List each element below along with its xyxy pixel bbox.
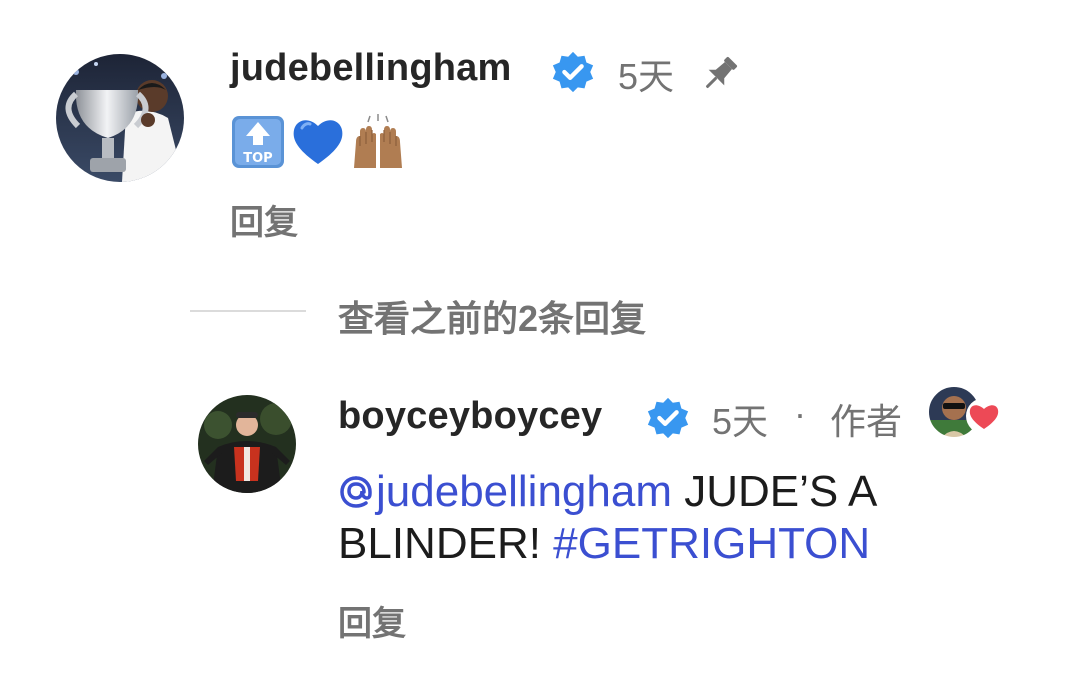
svg-text:TOP: TOP: [243, 151, 272, 166]
avatar-judebellingham[interactable]: [56, 54, 184, 182]
author-label: 作者: [830, 401, 903, 442]
meta-separator: ·: [794, 393, 806, 434]
verified-badge-icon: [552, 51, 594, 93]
author-liked-avatar-heart-icon: [927, 385, 1002, 439]
verified-badge-icon: [647, 397, 689, 439]
blue-heart-emoji: [293, 120, 343, 164]
comment-emoji-content: TOP: [230, 112, 406, 172]
mention-link[interactable]: judebellingham: [338, 467, 672, 516]
hashtag-link[interactable]: #GETRIGHTON: [553, 519, 870, 568]
comment-timestamp: 5天: [618, 56, 675, 97]
top-arrow-emoji: TOP: [232, 116, 284, 168]
view-previous-replies-button[interactable]: 查看之前的2条回复: [338, 290, 646, 342]
reply-text: judebellingham JUDE’S A BLINDER! #GETRIG…: [338, 466, 1038, 570]
reply-button[interactable]: 回复: [230, 195, 298, 244]
threads-at-icon: [340, 476, 372, 508]
reply-button[interactable]: 回复: [338, 596, 406, 645]
reply-username[interactable]: boyceyboycey: [338, 395, 602, 438]
mention-username[interactable]: judebellingham: [376, 467, 672, 516]
raising-hands-emoji: [354, 114, 402, 168]
comment-username[interactable]: judebellingham: [230, 47, 512, 90]
replies-divider: [190, 310, 306, 312]
pin-icon: [706, 56, 738, 88]
avatar-boyceyboycey[interactable]: [198, 395, 296, 493]
reply-timestamp: 5天: [712, 401, 769, 442]
